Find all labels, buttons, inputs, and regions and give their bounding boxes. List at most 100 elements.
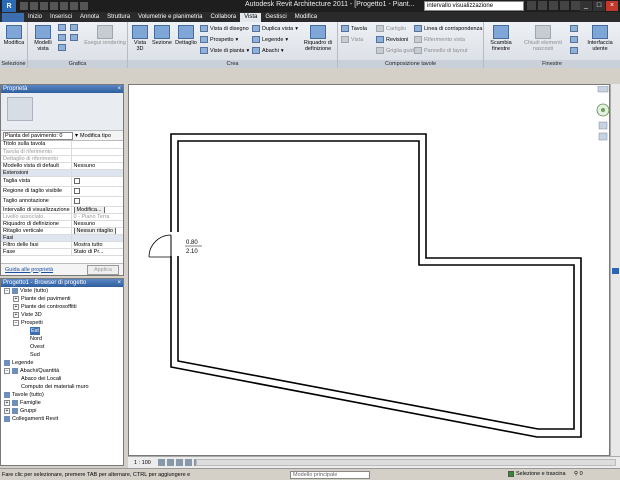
visual-style-icon[interactable]: [167, 459, 174, 466]
thin-lines-button[interactable]: [58, 34, 66, 41]
active-workset-select[interactable]: Modello principale: [290, 471, 370, 479]
collapse-icon[interactable]: −: [4, 368, 10, 374]
tab-modifica[interactable]: Modifica: [291, 13, 321, 22]
shadows-icon[interactable]: [185, 459, 192, 466]
text-icon[interactable]: [80, 2, 88, 10]
apply-button[interactable]: Applica: [86, 264, 119, 275]
expand-icon[interactable]: +: [13, 296, 19, 302]
vertical-scrollbar[interactable]: [610, 84, 620, 456]
dettaglio-button[interactable]: Dettaglio: [174, 25, 198, 46]
help-icon[interactable]: [571, 1, 580, 10]
property-value[interactable]: [71, 141, 123, 149]
properties-help-link[interactable]: Guida alle proprietà: [5, 267, 53, 273]
favorites-icon[interactable]: [560, 1, 569, 10]
abachi-button[interactable]: Abachi ▾: [252, 47, 284, 54]
tavola-button[interactable]: Tavola: [341, 25, 367, 32]
communication-icon[interactable]: [549, 1, 558, 10]
visibility-graphics-button[interactable]: [58, 24, 66, 31]
vista-button[interactable]: Vista: [341, 36, 363, 43]
view-scale[interactable]: 1 : 100: [128, 460, 158, 466]
tab-volumetrie[interactable]: Volumetrie e planimetria: [134, 13, 206, 22]
horizontal-scrollbar[interactable]: [196, 459, 616, 466]
property-value[interactable]: Nessuno: [71, 220, 123, 228]
duplica-vista-button[interactable]: Duplica vista ▾: [252, 25, 298, 32]
tab-app[interactable]: [2, 13, 24, 22]
tab-inserisci[interactable]: Inserisci: [46, 13, 76, 22]
browser-item[interactable]: − Prospetti: [1, 319, 123, 327]
browser-item[interactable]: Abaco dei Locali: [1, 375, 123, 383]
floor-plan-drawing[interactable]: 0.80 2.10: [129, 85, 611, 457]
property-value[interactable]: Modifica...: [71, 206, 123, 214]
selection-filter[interactable]: ⚲ 0: [574, 471, 583, 477]
tab-inizio[interactable]: Inizio: [24, 13, 46, 22]
detail-level-icon[interactable]: [158, 459, 165, 466]
property-value[interactable]: [71, 176, 123, 187]
redo-icon[interactable]: [50, 2, 58, 10]
expand-icon[interactable]: +: [13, 304, 19, 310]
property-edit-button[interactable]: Nessun ritaglio: [73, 227, 116, 233]
browser-item[interactable]: Collegamenti Revit: [1, 415, 123, 423]
edit-type-button[interactable]: Modifica tipo: [80, 133, 111, 139]
property-value[interactable]: [71, 196, 123, 207]
save-icon[interactable]: [30, 2, 38, 10]
esegui-rendering-button[interactable]: Esegui rendering: [84, 25, 126, 46]
help-search-input[interactable]: intervallo visualizzazione: [424, 1, 524, 11]
tab-annota[interactable]: Annota: [76, 13, 103, 22]
riferimento-vista-button[interactable]: Riferimento vista: [414, 36, 465, 43]
vista3d-button[interactable]: Vista 3D: [130, 25, 150, 52]
select-drag-toggle[interactable]: Selezione e trascina: [508, 471, 566, 477]
tile-button[interactable]: [570, 47, 578, 54]
collapse-icon[interactable]: −: [13, 320, 19, 326]
pannello-layout-button[interactable]: Pannello di layout: [414, 47, 467, 54]
property-value[interactable]: [71, 186, 123, 197]
linea-corrispondenza-button[interactable]: Linea di corrispondenza: [414, 25, 482, 32]
cut-profile-button[interactable]: [70, 34, 78, 41]
close-icon[interactable]: ×: [117, 279, 121, 287]
property-edit-button[interactable]: Modifica...: [73, 206, 105, 212]
tab-struttura[interactable]: Struttura: [103, 13, 134, 22]
griglia-guida-button[interactable]: Griglia guida: [376, 47, 417, 54]
browser-item[interactable]: Nord: [1, 335, 123, 343]
measure-icon[interactable]: [60, 2, 68, 10]
browser-item[interactable]: Ovest: [1, 343, 123, 351]
property-value[interactable]: Nessun ritaglio: [71, 227, 123, 235]
search-icon[interactable]: [527, 1, 536, 10]
show-hidden-button[interactable]: [58, 44, 66, 51]
browser-item[interactable]: Computo dei materiali muro: [1, 383, 123, 391]
maximize-button[interactable]: □: [593, 1, 605, 11]
scrollbar-thumb[interactable]: [612, 268, 619, 274]
interfaccia-utente-button[interactable]: Interfaccia utente: [582, 25, 618, 52]
collapse-icon[interactable]: −: [4, 288, 10, 294]
browser-item[interactable]: + Gruppi: [1, 407, 123, 415]
open-icon[interactable]: [20, 2, 28, 10]
drawing-area[interactable]: 0.80 2.10: [128, 84, 610, 456]
scambia-finestre-button[interactable]: Scambia finestre: [486, 25, 516, 52]
chiudi-nascosti-button[interactable]: Chiudi elementi nascosti: [520, 25, 566, 52]
sun-path-icon[interactable]: [176, 459, 183, 466]
browser-item[interactable]: Sud: [1, 351, 123, 359]
property-checkbox[interactable]: [73, 177, 80, 184]
application-menu-button[interactable]: R: [2, 0, 16, 12]
prospetto-button[interactable]: Prospetto ▾: [200, 36, 238, 43]
browser-item[interactable]: − Viste (tutto): [1, 287, 123, 295]
property-checkbox[interactable]: [73, 187, 80, 194]
browser-item[interactable]: Legende: [1, 359, 123, 367]
subscription-icon[interactable]: [538, 1, 547, 10]
riquadro-definizione-button[interactable]: Riquadro di definizione: [300, 25, 336, 52]
chevron-down-icon[interactable]: ▾: [75, 132, 78, 139]
browser-item[interactable]: + Viste 3D: [1, 311, 123, 319]
browser-item[interactable]: + Piante dei pavimenti: [1, 295, 123, 303]
expand-icon[interactable]: +: [4, 408, 10, 414]
browser-item[interactable]: + Piante dei controsoffitti: [1, 303, 123, 311]
undo-icon[interactable]: [40, 2, 48, 10]
type-selector[interactable]: Pianta del pavimento: 0: [3, 131, 73, 140]
expand-icon[interactable]: +: [13, 312, 19, 318]
property-value[interactable]: Mostra tutto: [71, 241, 123, 249]
legende-button[interactable]: Legende ▾: [252, 36, 288, 43]
modifica-button[interactable]: Modifica: [2, 25, 26, 46]
cascade-button[interactable]: [570, 36, 578, 43]
browser-item[interactable]: Tavole (tutto): [1, 391, 123, 399]
property-value[interactable]: Stato di Pr...: [71, 248, 123, 256]
sezione-button[interactable]: Sezione: [150, 25, 174, 46]
property-checkbox[interactable]: [73, 197, 80, 204]
